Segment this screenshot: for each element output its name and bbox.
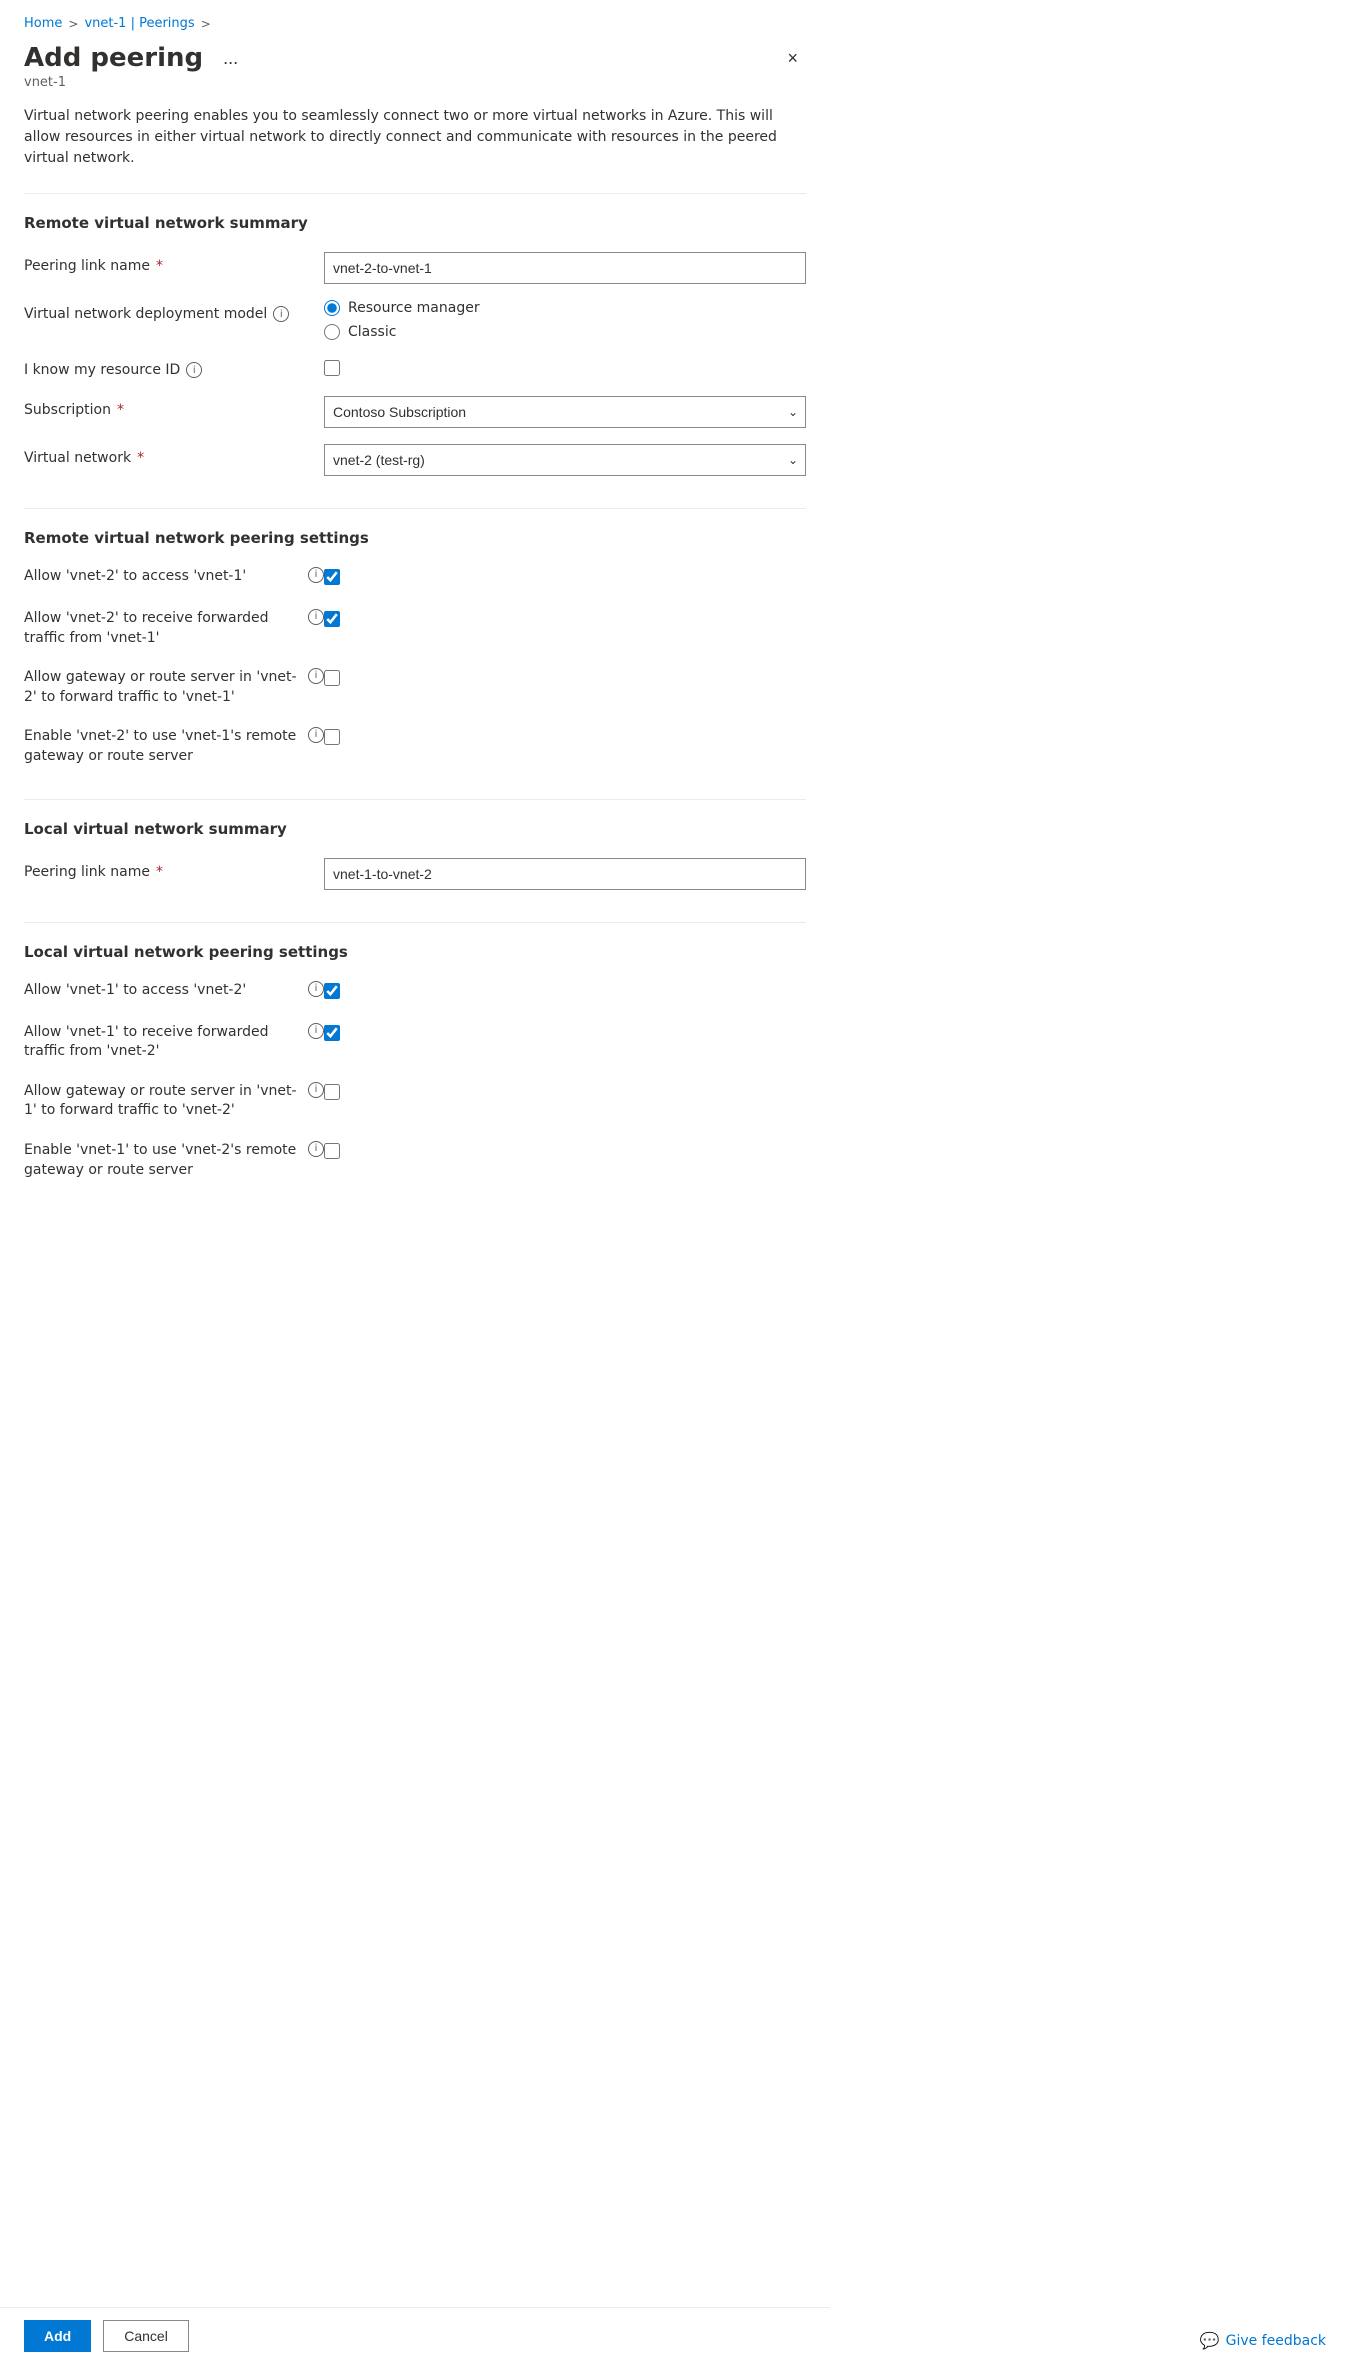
radio-classic-input[interactable] xyxy=(324,324,340,340)
local-allow-gateway-info-icon[interactable]: i xyxy=(308,1082,324,1098)
close-button[interactable]: × xyxy=(779,44,806,73)
breadcrumb-vnet[interactable]: vnet-1 | Peerings xyxy=(84,16,194,31)
required-indicator: * xyxy=(156,864,163,880)
local-allow-access-label: Allow 'vnet-1' to access 'vnet-2' i xyxy=(24,981,324,1001)
radio-classic[interactable]: Classic xyxy=(324,324,806,340)
radio-classic-label: Classic xyxy=(348,324,396,340)
remote-enable-gateway-info-icon[interactable]: i xyxy=(308,727,324,743)
remote-allow-gateway-label: Allow gateway or route server in 'vnet-2… xyxy=(24,668,324,707)
local-allow-forwarded-label: Allow 'vnet-1' to receive forwarded traf… xyxy=(24,1023,324,1062)
local-allow-access-checkbox[interactable] xyxy=(324,983,340,999)
breadcrumb-home[interactable]: Home xyxy=(24,16,62,31)
virtual-network-select[interactable]: vnet-2 (test-rg) xyxy=(324,444,806,476)
page-title: Add peering xyxy=(24,43,203,73)
local-summary-title: Local virtual network summary xyxy=(24,820,806,838)
remote-enable-gateway-checkbox[interactable] xyxy=(324,729,340,745)
required-indicator: * xyxy=(156,258,163,274)
local-allow-forwarded-checkbox[interactable] xyxy=(324,1025,340,1041)
give-feedback-link[interactable]: 💬 Give feedback xyxy=(1200,2331,1326,2350)
remote-allow-gateway-info-icon[interactable]: i xyxy=(308,668,324,684)
local-allow-gateway-checkbox[interactable] xyxy=(324,1084,340,1100)
remote-allow-access-checkbox[interactable] xyxy=(324,569,340,585)
radio-resource-manager[interactable]: Resource manager xyxy=(324,300,806,316)
resource-id-label: I know my resource ID i xyxy=(24,356,324,378)
local-peering-settings-title: Local virtual network peering settings xyxy=(24,943,806,961)
local-enable-gateway-label: Enable 'vnet-1' to use 'vnet-2's remote … xyxy=(24,1141,324,1180)
required-indicator: * xyxy=(137,450,144,466)
resource-id-checkbox[interactable] xyxy=(324,360,340,376)
remote-enable-gateway-label: Enable 'vnet-2' to use 'vnet-1's remote … xyxy=(24,727,324,766)
local-allow-forwarded-info-icon[interactable]: i xyxy=(308,1023,324,1039)
local-enable-gateway-info-icon[interactable]: i xyxy=(308,1141,324,1157)
local-peering-link-input[interactable] xyxy=(324,858,806,890)
subscription-label: Subscription * xyxy=(24,396,324,418)
local-allow-access-info-icon[interactable]: i xyxy=(308,981,324,997)
remote-summary-title: Remote virtual network summary xyxy=(24,214,806,232)
resource-id-info-icon[interactable]: i xyxy=(186,362,202,378)
deployment-model-info-icon[interactable]: i xyxy=(273,306,289,322)
page-description: Virtual network peering enables you to s… xyxy=(24,106,784,169)
deployment-model-label: Virtual network deployment model i xyxy=(24,300,324,322)
remote-allow-gateway-checkbox[interactable] xyxy=(324,670,340,686)
remote-allow-access-label: Allow 'vnet-2' to access 'vnet-1' i xyxy=(24,567,324,587)
radio-resource-manager-label: Resource manager xyxy=(348,300,480,316)
breadcrumb-sep2: > xyxy=(201,17,211,31)
subscription-select[interactable]: Contoso Subscription xyxy=(324,396,806,428)
remote-allow-forwarded-info-icon[interactable]: i xyxy=(308,609,324,625)
page-subtitle: vnet-1 xyxy=(24,75,806,90)
add-button[interactable]: Add xyxy=(24,2320,91,2352)
bottom-action-bar: Add Cancel xyxy=(0,2307,830,2364)
required-indicator: * xyxy=(117,402,124,418)
remote-allow-access-info-icon[interactable]: i xyxy=(308,567,324,583)
local-enable-gateway-checkbox[interactable] xyxy=(324,1143,340,1159)
remote-allow-forwarded-label: Allow 'vnet-2' to receive forwarded traf… xyxy=(24,609,324,648)
radio-resource-manager-input[interactable] xyxy=(324,300,340,316)
local-allow-gateway-label: Allow gateway or route server in 'vnet-1… xyxy=(24,1082,324,1121)
virtual-network-label: Virtual network * xyxy=(24,444,324,466)
local-peering-link-label: Peering link name * xyxy=(24,858,324,880)
more-options-button[interactable]: ... xyxy=(215,44,246,73)
breadcrumb: Home > vnet-1 | Peerings > xyxy=(24,16,806,31)
remote-peering-link-label: Peering link name * xyxy=(24,252,324,274)
cancel-button[interactable]: Cancel xyxy=(103,2320,189,2352)
deployment-model-radio-group: Resource manager Classic xyxy=(324,300,806,340)
give-feedback-label: Give feedback xyxy=(1226,2333,1326,2349)
remote-peering-link-input[interactable] xyxy=(324,252,806,284)
breadcrumb-sep1: > xyxy=(68,17,78,31)
feedback-icon: 💬 xyxy=(1200,2331,1220,2350)
remote-peering-settings-title: Remote virtual network peering settings xyxy=(24,529,806,547)
remote-allow-forwarded-checkbox[interactable] xyxy=(324,611,340,627)
